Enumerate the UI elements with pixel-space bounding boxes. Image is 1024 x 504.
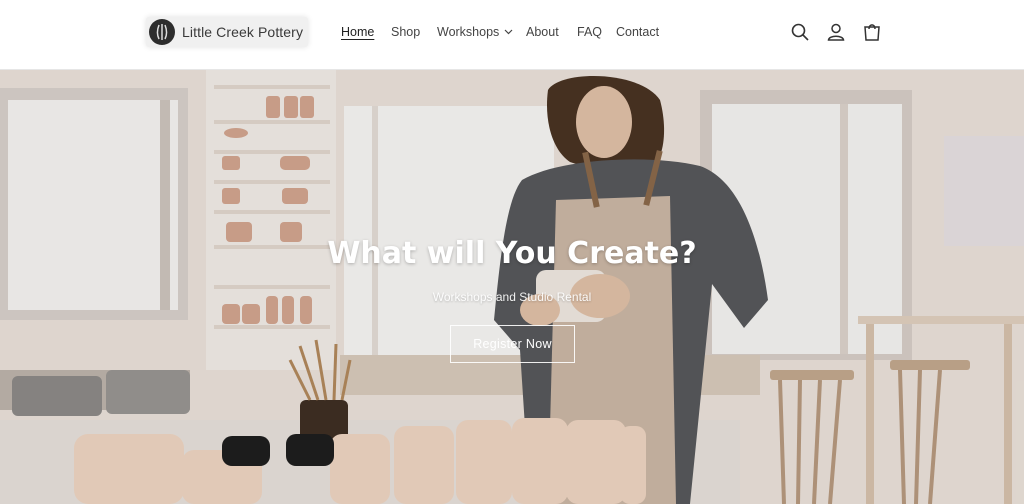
nav-contact-label: Contact [616,25,660,39]
chevron-down-icon [504,27,513,37]
nav-contact[interactable]: Contact [616,25,659,39]
nav-home[interactable]: Home [341,25,374,39]
logo-text: Little Creek Pottery [182,24,304,40]
nav-shop[interactable]: Shop [391,25,420,39]
hero-subtitle: Workshops and Studio Rental [432,290,592,304]
hero-title: What will You Create? [327,236,697,271]
nav-workshops[interactable]: Workshops [437,25,513,39]
nav-about[interactable]: About [526,25,559,39]
nav-faq-label: FAQ [577,25,603,39]
account-icon[interactable] [826,22,846,42]
logo-mark-icon [149,19,175,45]
search-icon[interactable] [790,22,810,42]
register-now-button[interactable]: Register Now [450,325,575,363]
nav-about-label: About [526,25,559,39]
logo[interactable]: Little Creek Pottery [146,17,308,47]
cart-icon[interactable] [862,22,882,42]
hero-banner: What will You Create? Workshops and Stud… [0,70,1024,504]
nav-faq[interactable]: FAQ [577,25,602,39]
nav-shop-label: Shop [391,25,421,39]
site-header: Little Creek Pottery Home Shop Workshops… [0,0,1024,70]
nav-workshops-label: Workshops [437,25,500,39]
hero-overlay [0,70,1024,504]
nav-home-label: Home [341,25,375,39]
